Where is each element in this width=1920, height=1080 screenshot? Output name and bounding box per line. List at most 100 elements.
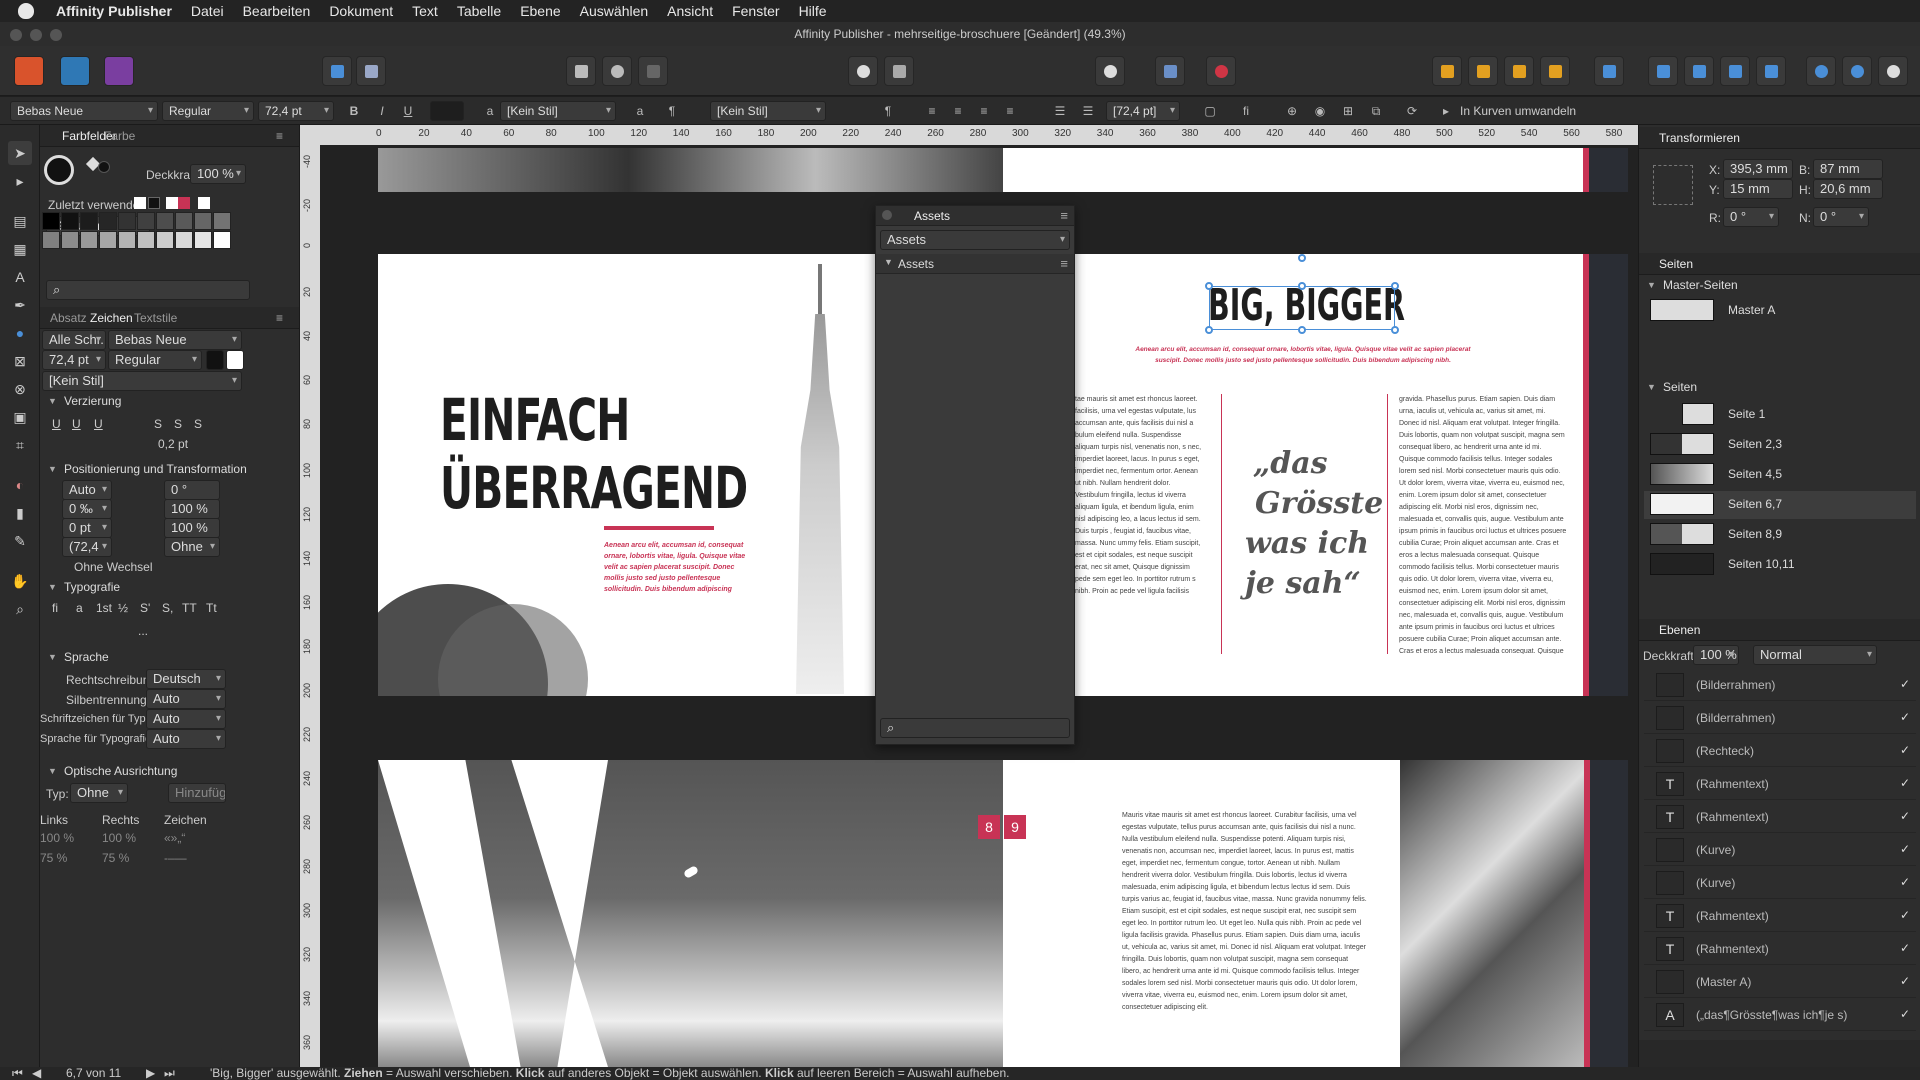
page-6[interactable]: EINFACH ÜBERRAGEND Aenean arcu elit, acc…	[378, 254, 875, 696]
category-menu-icon[interactable]: ≡	[1060, 256, 1068, 271]
gray-swatch[interactable]	[213, 212, 231, 230]
close-icon[interactable]	[882, 210, 892, 220]
layers-opacity-field[interactable]: 100 %	[1693, 645, 1739, 665]
shear-field[interactable]: 0 °	[164, 480, 220, 500]
quote-line-4[interactable]: je sah“	[1245, 566, 1361, 601]
flip-vertical-icon[interactable]	[1684, 56, 1714, 86]
eyedropper-tool-icon[interactable]: ✎	[8, 529, 32, 553]
n-field[interactable]: 0 °	[1813, 207, 1869, 227]
shape-tool-icon[interactable]: ●	[8, 321, 32, 345]
section-optische-ausrichtung[interactable]: Optische Ausrichtung	[40, 761, 299, 781]
vertical-ruler[interactable]: -40 -20 0 20 40 60 80 100 120 140 160 180 200 220 240 2…	[300, 125, 320, 1067]
quote-line-3[interactable]: was ich	[1245, 526, 1369, 561]
hyphen-select[interactable]: Auto	[146, 689, 226, 709]
char-style-select[interactable]: [Kein Stil]	[500, 101, 616, 121]
section-positionierung[interactable]: Positionierung und Transformation	[40, 459, 299, 479]
eye-icon[interactable]: ◉	[1312, 103, 1328, 119]
section-sprache[interactable]: Sprache	[40, 647, 299, 667]
arrange-forward-icon[interactable]	[1504, 56, 1534, 86]
char-fill-swatch[interactable]	[206, 350, 224, 370]
visibility-checkbox[interactable]: ✓	[1900, 809, 1910, 823]
gray-swatch[interactable]	[137, 231, 155, 249]
assets-panel[interactable]: Assets ≡ Assets ▼ Assets ≡ ⌕	[875, 205, 1075, 745]
prev-page-icon[interactable]: ◀	[32, 1067, 41, 1080]
page-number-badge-8[interactable]: 8	[978, 815, 1000, 839]
typo-caps-button[interactable]: TT	[182, 601, 197, 615]
typo-half-button[interactable]: ½	[118, 601, 128, 615]
pages-section[interactable]: Seiten	[1639, 377, 1899, 397]
typolang-select[interactable]: Auto	[146, 729, 226, 749]
vscale-field[interactable]: 100 %	[164, 499, 220, 519]
text-color-swatch[interactable]	[430, 101, 464, 121]
r-field[interactable]: 0 °	[1723, 207, 1779, 227]
zoom-window-button[interactable]	[50, 29, 62, 41]
menu-ansicht[interactable]: Ansicht	[667, 3, 713, 19]
pin-icon[interactable]	[848, 56, 878, 86]
numbered-list-icon[interactable]: ☰	[1080, 103, 1096, 119]
publisher-persona-icon[interactable]	[14, 56, 44, 86]
master-section[interactable]: Master-Seiten	[1639, 275, 1899, 295]
gray-swatch[interactable]	[213, 231, 231, 249]
horizontal-ruler[interactable]: 0 20 40 60 80 100 120 140 160 180 200 220 240 260 280 3…	[320, 125, 1638, 145]
kerning-field[interactable]: Auto	[62, 480, 112, 500]
typo-fi-button[interactable]: fi	[52, 601, 58, 615]
gray-swatch-grid[interactable]	[42, 212, 232, 249]
gray-swatch[interactable]	[80, 231, 98, 249]
selection-handle-tl[interactable]	[1205, 282, 1213, 290]
gray-swatch[interactable]	[99, 212, 117, 230]
page-7[interactable]: BIG, BIGGER Aenean arcu elit, accumsan i…	[1075, 254, 1628, 696]
page-indicator[interactable]: 6,7 von 11	[66, 1067, 121, 1080]
menu-datei[interactable]: Datei	[191, 3, 224, 19]
typo-smallcaps-button[interactable]: Tt	[206, 601, 217, 615]
arrange-back-icon[interactable]	[1432, 56, 1462, 86]
pages-header[interactable]: Seiten	[1639, 253, 1920, 275]
snapping-icon[interactable]	[322, 56, 352, 86]
type-select[interactable]: Ohne	[70, 783, 128, 803]
rotate-right-icon[interactable]	[1756, 56, 1786, 86]
visibility-checkbox[interactable]: ✓	[1900, 743, 1910, 757]
typo-sub-button[interactable]: S,	[162, 601, 173, 615]
typo-more-button[interactable]: ...	[138, 624, 148, 638]
selection-handle-tr[interactable]	[1391, 282, 1399, 290]
justify-icon[interactable]: ≡	[1002, 103, 1018, 119]
boolean-add-icon[interactable]	[1806, 56, 1836, 86]
row2-zeichen[interactable]: -–—	[164, 851, 187, 865]
layer-row-7[interactable]: (Kurve) ✓	[1644, 867, 1916, 899]
gray-swatch[interactable]	[99, 231, 117, 249]
gray-swatch[interactable]	[156, 212, 174, 230]
hscale-field[interactable]: 100 %	[164, 518, 220, 538]
underline-double-button[interactable]: U	[72, 417, 81, 431]
visibility-checkbox[interactable]: ✓	[1900, 677, 1910, 691]
gray-swatch[interactable]	[80, 212, 98, 230]
gray-swatch[interactable]	[118, 231, 136, 249]
quote-line-2[interactable]: Grösste	[1255, 486, 1383, 521]
strike-single-button[interactable]: S	[154, 417, 162, 431]
crop-tool-icon[interactable]: ⌗	[8, 433, 32, 457]
assets-dropdown[interactable]: Assets	[880, 230, 1070, 250]
page-row-1[interactable]: Seite 1	[1644, 401, 1916, 429]
menu-app-name[interactable]: Affinity Publisher	[56, 3, 172, 19]
visibility-checkbox[interactable]: ✓	[1900, 908, 1910, 922]
flip-horizontal-icon[interactable]	[1648, 56, 1678, 86]
menu-ebene[interactable]: Ebene	[520, 3, 560, 19]
y-field[interactable]: 15 mm	[1723, 179, 1793, 199]
next-page-icon[interactable]: ▶	[146, 1067, 155, 1080]
selection-handle-br[interactable]	[1391, 326, 1399, 334]
master-a-row[interactable]: Master A	[1644, 297, 1916, 325]
fill-tool-icon[interactable]: ▮	[8, 501, 32, 525]
char-style-dropdown[interactable]: [Kein Stil]	[42, 371, 242, 391]
menu-bearbeiten[interactable]: Bearbeiten	[243, 3, 311, 19]
align-right-icon[interactable]: ≡	[976, 103, 992, 119]
page-number-badge-9[interactable]: 9	[1004, 815, 1026, 839]
page-row-2-3[interactable]: Seiten 2,3	[1644, 431, 1916, 459]
transform-icon[interactable]: ⧉	[1368, 103, 1384, 119]
typo-a-button[interactable]: a	[76, 601, 83, 615]
boolean-subtract-icon[interactable]	[1842, 56, 1872, 86]
menu-auswaehlen[interactable]: Auswählen	[580, 3, 649, 19]
layer-row-4[interactable]: T (Rahmentext) ✓	[1644, 768, 1916, 800]
page-row-10-11[interactable]: Seiten 10,11	[1644, 551, 1916, 579]
frame-icon[interactable]: ▢	[1202, 103, 1218, 119]
char-style-field[interactable]: Regular	[108, 350, 202, 370]
visibility-checkbox[interactable]: ✓	[1900, 974, 1910, 988]
convert-icon[interactable]: ▸	[1438, 103, 1454, 119]
